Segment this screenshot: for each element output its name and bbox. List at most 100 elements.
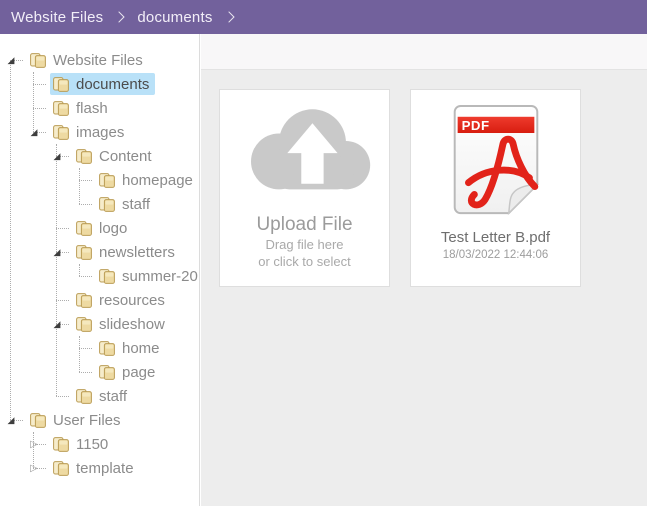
tree-node-label: summer-20 — [122, 269, 198, 284]
file-name: Test Letter B.pdf — [441, 229, 550, 246]
tree-node-label: User Files — [53, 413, 121, 428]
tree-node-inner: newsletters — [73, 241, 181, 263]
tree-guide-line — [79, 336, 80, 372]
tree-node-user-files[interactable]: ◢ User Files — [23, 408, 199, 432]
tree-node-inner: staff — [96, 193, 156, 215]
file-tree: ◢ Website Files documents flash◢ images◢… — [0, 48, 199, 480]
tree-node-inner: User Files — [27, 409, 127, 431]
folder-tree-panel: ◢ Website Files documents flash◢ images◢… — [0, 34, 200, 506]
tree-expander-icon[interactable]: ◢ — [51, 312, 63, 336]
tree-node-label: Website Files — [53, 53, 143, 68]
chevron-right-icon — [114, 11, 125, 22]
upload-file-dropzone[interactable]: Upload File Drag file here or click to s… — [219, 89, 390, 287]
upload-hint-line2: or click to select — [258, 254, 350, 270]
folder-icon — [75, 315, 93, 333]
tree-expander-icon[interactable]: ◢ — [5, 408, 17, 432]
breadcrumb-item-documents[interactable]: documents — [137, 9, 212, 26]
tree-node-template[interactable]: ▷ template — [46, 456, 199, 480]
tree-node-label: resources — [99, 293, 165, 308]
tree-guide-line — [79, 168, 80, 204]
folder-icon — [52, 459, 70, 477]
tree-expander-icon[interactable]: ▷ — [28, 456, 40, 480]
tree-node-home[interactable]: home — [92, 336, 199, 360]
folder-icon — [98, 195, 116, 213]
tree-node-page[interactable]: page — [92, 360, 199, 384]
folder-icon — [29, 51, 47, 69]
tree-node-1150[interactable]: ▷ 1150 — [46, 432, 199, 456]
file-cards: PDF Test Letter B.pdf 18/03/2022 12:44:06 — [410, 89, 581, 287]
tree-node-images[interactable]: ◢ images — [46, 120, 199, 144]
tree-node-staff[interactable]: staff — [92, 192, 199, 216]
files-panel: Upload File Drag file here or click to s… — [201, 34, 647, 506]
tree-expander-icon[interactable]: ▷ — [28, 432, 40, 456]
tree-node-label: homepage — [122, 173, 193, 188]
tree-node-label: slideshow — [99, 317, 165, 332]
folder-icon — [29, 411, 47, 429]
tree-node-label: staff — [122, 197, 150, 212]
tree-node-content[interactable]: ◢ Content — [69, 144, 199, 168]
folder-icon — [98, 339, 116, 357]
tree-node-inner: flash — [50, 97, 114, 119]
tree-node-label: logo — [99, 221, 127, 236]
tree-node-inner: home — [96, 337, 166, 359]
folder-icon — [75, 147, 93, 165]
tree-node-label: flash — [76, 101, 108, 116]
svg-text:PDF: PDF — [461, 118, 489, 133]
breadcrumb-item-website-files[interactable]: Website Files — [11, 9, 103, 26]
tree-node-label: images — [76, 125, 124, 140]
tree-node-label: documents — [76, 77, 149, 92]
tree-node-website-files[interactable]: ◢ Website Files — [23, 48, 199, 72]
breadcrumb-bar: Website Files documents — [0, 0, 647, 34]
tree-node-inner: page — [96, 361, 161, 383]
tree-node-label: newsletters — [99, 245, 175, 260]
tree-node-label: page — [122, 365, 155, 380]
folder-icon — [52, 75, 70, 93]
tree-expander-icon[interactable]: ◢ — [5, 48, 17, 72]
tree-node-inner: resources — [73, 289, 171, 311]
tree-node-inner: template — [50, 457, 140, 479]
folder-icon — [52, 123, 70, 141]
upload-cloud-icon — [230, 100, 380, 208]
tree-node-label: Content — [99, 149, 152, 164]
tree-node-inner: 1150 — [50, 433, 114, 455]
tree-node-flash[interactable]: flash — [46, 96, 199, 120]
tree-node-documents[interactable]: documents — [46, 72, 199, 96]
tree-node-inner: Website Files — [27, 49, 149, 71]
upload-hint-line1: Drag file here — [265, 237, 343, 253]
tree-expander-icon[interactable]: ◢ — [28, 120, 40, 144]
folder-icon — [98, 171, 116, 189]
tree-node-staff[interactable]: staff — [69, 384, 199, 408]
pdf-file-icon: PDF — [437, 101, 555, 225]
file-date: 18/03/2022 12:44:06 — [443, 249, 549, 261]
tree-node-inner: images — [50, 121, 130, 143]
file-manager-window: Website Files documents ◢ Website Files … — [0, 0, 647, 506]
tree-guide-line — [10, 60, 11, 420]
file-card-grid: Upload File Drag file here or click to s… — [201, 70, 647, 287]
file-card-test-letter-b-pdf[interactable]: PDF Test Letter B.pdf 18/03/2022 12:44:06 — [410, 89, 581, 287]
tree-expander-icon[interactable]: ◢ — [51, 144, 63, 168]
tree-node-newsletters[interactable]: ◢ newsletters — [69, 240, 199, 264]
tree-expander-icon[interactable]: ◢ — [51, 240, 63, 264]
tree-node-label: home — [122, 341, 160, 356]
upload-title: Upload File — [256, 214, 352, 236]
tree-node-inner: homepage — [96, 169, 199, 191]
tree-node-inner: staff — [73, 385, 133, 407]
tree-node-label: 1150 — [76, 437, 108, 452]
content-toolbar — [201, 34, 647, 70]
folder-icon — [75, 387, 93, 405]
tree-guide-line — [56, 144, 57, 396]
tree-node-inner: Content — [73, 145, 158, 167]
tree-node-label: staff — [99, 389, 127, 404]
tree-node-inner: summer-20 — [96, 265, 200, 287]
folder-icon — [75, 243, 93, 261]
tree-node-homepage[interactable]: homepage — [92, 168, 199, 192]
chevron-right-icon — [223, 11, 234, 22]
tree-node-inner: logo — [73, 217, 133, 239]
tree-node-logo[interactable]: logo — [69, 216, 199, 240]
tree-node-summer-20[interactable]: summer-20 — [92, 264, 199, 288]
tree-node-resources[interactable]: resources — [69, 288, 199, 312]
tree-node-slideshow[interactable]: ◢ slideshow — [69, 312, 199, 336]
tree-node-inner: documents — [50, 73, 155, 95]
folder-icon — [52, 435, 70, 453]
folder-icon — [75, 219, 93, 237]
